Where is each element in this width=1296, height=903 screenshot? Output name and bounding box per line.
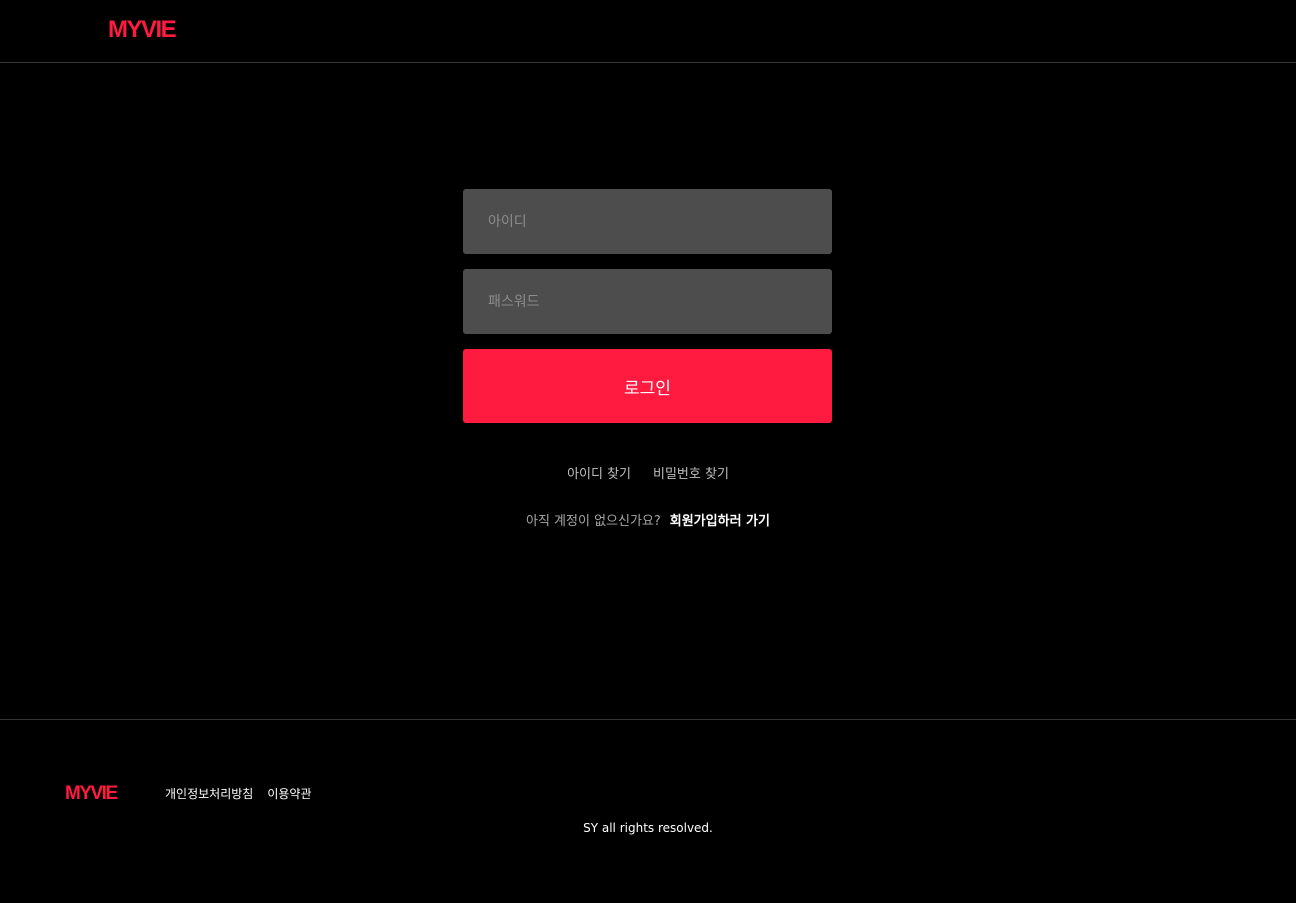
find-links: 아이디 찾기 비밀번호 찾기: [0, 463, 1296, 482]
site-footer: MYVIE 개인정보처리방침 이용약관 SY all rights resolve…: [0, 719, 1296, 903]
login-button[interactable]: 로그인: [463, 349, 832, 423]
footer-logo[interactable]: MYVIE: [65, 783, 118, 805]
header-logo[interactable]: MYVIE: [108, 16, 177, 44]
signup-prompt: 아직 계정이 없으신가요?: [526, 514, 661, 529]
find-password-link[interactable]: 비밀번호 찾기: [653, 467, 729, 482]
id-input[interactable]: [463, 189, 832, 254]
copyright-text: SY all rights resolved.: [583, 821, 713, 835]
login-form: 로그인: [463, 189, 832, 423]
signup-link[interactable]: 회원가입하러 가기: [670, 514, 770, 529]
site-header: MYVIE: [0, 0, 1296, 63]
footer-links: 개인정보처리방침 이용약관: [165, 785, 326, 802]
terms-link[interactable]: 이용약관: [267, 787, 311, 801]
privacy-policy-link[interactable]: 개인정보처리방침: [165, 787, 253, 801]
signup-row: 아직 계정이 없으신가요? 회원가입하러 가기: [0, 510, 1296, 529]
password-input[interactable]: [463, 269, 832, 334]
find-id-link[interactable]: 아이디 찾기: [567, 467, 631, 482]
